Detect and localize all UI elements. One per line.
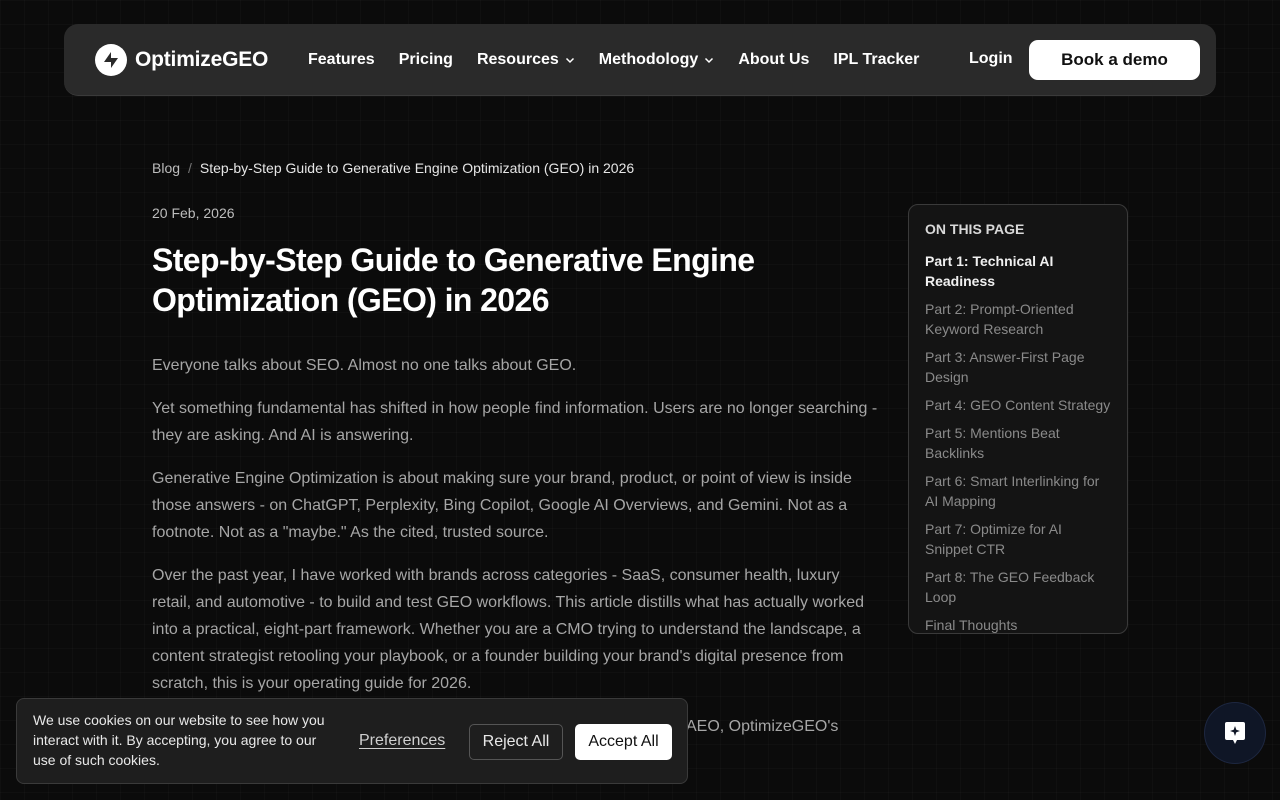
- cookie-banner: We use cookies on our website to see how…: [16, 698, 688, 784]
- toc-item-part-1[interactable]: Part 1: Technical AI Readiness: [925, 251, 1111, 291]
- breadcrumb: Blog / Step-by-Step Guide to Generative …: [152, 160, 634, 176]
- publish-date: 20 Feb, 2026: [152, 205, 235, 221]
- page-title: Step-by-Step Guide to Generative Engine …: [152, 242, 755, 318]
- chat-sparkle-icon: [1225, 722, 1245, 744]
- nav-item-methodology[interactable]: Methodology: [599, 51, 715, 69]
- toc-item-part-8[interactable]: Part 8: The GEO Feedback Loop: [925, 567, 1111, 607]
- brand-name: OptimizeGEO: [135, 48, 269, 71]
- cookie-message: We use cookies on our website to see how…: [33, 712, 325, 768]
- book-demo-button[interactable]: Book a demo: [1029, 40, 1200, 80]
- breadcrumb-separator: /: [188, 160, 192, 176]
- toc-item-part-4[interactable]: Part 4: GEO Content Strategy: [925, 395, 1111, 415]
- nav-item-ipl-tracker[interactable]: IPL Tracker: [833, 51, 919, 69]
- nav-item-label: Features: [308, 51, 375, 68]
- toc-item-part-5[interactable]: Part 5: Mentions Beat Backlinks: [925, 423, 1111, 463]
- article-paragraph: Generative Engine Optimization is about …: [152, 470, 852, 541]
- toc-item-part-6[interactable]: Part 6: Smart Interlinking for AI Mappin…: [925, 471, 1111, 511]
- article-paragraph-partial: AEO, OptimizeGEO's: [686, 718, 839, 735]
- article-paragraph: Everyone talks about SEO. Almost no one …: [152, 357, 577, 374]
- brand-logo[interactable]: OptimizeGEO: [95, 44, 268, 76]
- nav-item-label: IPL Tracker: [833, 51, 920, 68]
- toc-item-final-thoughts[interactable]: Final Thoughts: [925, 615, 1111, 635]
- nav-item-about-us[interactable]: About Us: [738, 51, 809, 69]
- login-link[interactable]: Login: [969, 50, 1013, 68]
- article-paragraph: Over the past year, I have worked with b…: [152, 567, 865, 692]
- nav-item-resources[interactable]: Resources: [477, 51, 575, 69]
- chevron-down-icon: [565, 57, 574, 64]
- accept-all-button[interactable]: Accept All: [575, 724, 672, 760]
- nav-item-pricing[interactable]: Pricing: [399, 51, 453, 69]
- article-body: Everyone talks about SEO. Almost no one …: [152, 352, 878, 713]
- nav-item-label: About Us: [738, 51, 810, 68]
- nav-item-label: Methodology: [598, 51, 699, 68]
- table-of-contents: ON THIS PAGE Part 1: Technical AI Readin…: [908, 204, 1128, 634]
- nav-item-label: Resources: [476, 51, 559, 68]
- nav-links: Features Pricing Resources Methodology A…: [308, 24, 943, 96]
- nav-item-label: Pricing: [398, 51, 453, 68]
- toc-heading: ON THIS PAGE: [925, 221, 1025, 237]
- cookie-preferences-link[interactable]: Preferences: [359, 732, 445, 750]
- optimizegeo-logo-icon: [95, 44, 127, 76]
- reject-all-button[interactable]: Reject All: [469, 724, 563, 760]
- chevron-down-icon: [705, 57, 714, 64]
- chat-widget-button[interactable]: [1205, 703, 1265, 763]
- breadcrumb-current: Step-by-Step Guide to Generative Engine …: [199, 160, 635, 176]
- article-paragraph: Yet something fundamental has shifted in…: [152, 400, 878, 444]
- toc-item-part-2[interactable]: Part 2: Prompt-Oriented Keyword Research: [925, 299, 1111, 339]
- toc-item-part-3[interactable]: Part 3: Answer-First Page Design: [925, 347, 1111, 387]
- top-nav: OptimizeGEO Features Pricing Resources M…: [64, 24, 1216, 96]
- toc-item-part-7[interactable]: Part 7: Optimize for AI Snippet CTR: [925, 519, 1111, 559]
- breadcrumb-blog-link[interactable]: Blog: [152, 160, 180, 176]
- nav-item-features[interactable]: Features: [308, 51, 375, 69]
